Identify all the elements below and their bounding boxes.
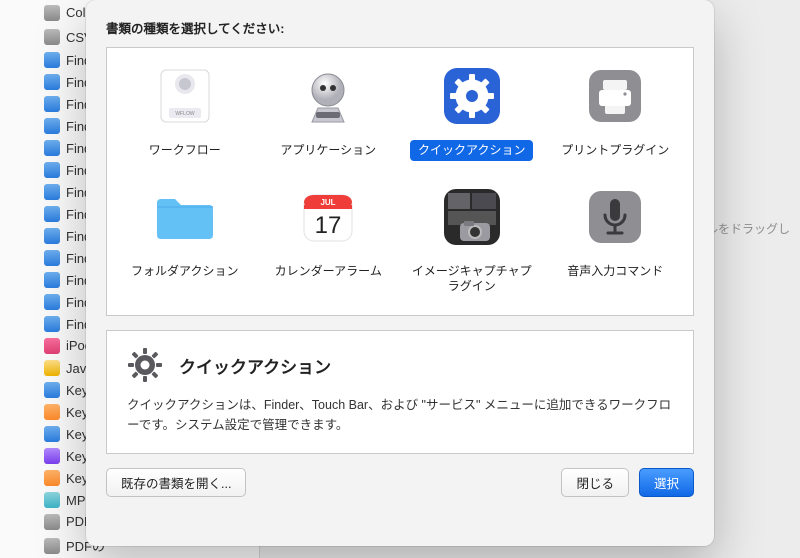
tile-label: 音声入力コマンド [559, 261, 671, 282]
app-icon [44, 118, 60, 134]
dictation-command-icon [579, 181, 651, 253]
svg-text:JUL: JUL [321, 198, 336, 207]
app-icon [44, 228, 60, 244]
app-icon [44, 492, 60, 508]
print-plugin-icon [579, 60, 651, 132]
app-icon [44, 514, 60, 530]
tile-workflow[interactable]: WFLOW ワークフロー [117, 60, 253, 161]
app-icon [44, 426, 60, 442]
quick-action-icon [436, 60, 508, 132]
tile-application[interactable]: アプリケーション [260, 60, 396, 161]
tile-label: フォルダアクション [123, 261, 246, 282]
tile-label: プリントプラグイン [553, 140, 677, 161]
app-icon [44, 206, 60, 222]
app-icon [44, 184, 60, 200]
calendar-alarm-icon: JUL 17 [292, 181, 364, 253]
app-icon [44, 52, 60, 68]
tile-print-plugin[interactable]: プリントプラグイン [547, 60, 683, 161]
tile-label: イメージキャプチャプラグイン [404, 261, 540, 297]
app-icon [44, 5, 60, 21]
app-icon [44, 404, 60, 420]
app-icon [44, 140, 60, 156]
app-icon [44, 448, 60, 464]
tile-label: クイックアクション [410, 140, 533, 161]
app-icon [44, 272, 60, 288]
close-button[interactable]: 閉じる [561, 468, 629, 497]
template-grid: WFLOW ワークフロー アプリケーション [106, 47, 694, 316]
tile-calendar-alarm[interactable]: JUL 17 カレンダーアラーム [260, 181, 396, 297]
app-icon [44, 162, 60, 178]
application-icon [292, 60, 364, 132]
tile-folder-action[interactable]: フォルダアクション [117, 181, 253, 297]
tile-label: アプリケーション [272, 140, 384, 161]
svg-text:WFLOW: WFLOW [175, 111, 194, 117]
tile-quick-action[interactable]: クイックアクション [404, 60, 540, 161]
template-row: フォルダアクション JUL 17 カレンダーアラーム [113, 181, 687, 297]
tile-image-capture-plugin[interactable]: イメージキャプチャプラグイン [404, 181, 540, 297]
template-chooser-sheet: 書類の種類を選択してください: WFLOW ワークフロー [86, 0, 714, 546]
sheet-prompt: 書類の種類を選択してください: [106, 18, 694, 37]
tile-label: ワークフロー [141, 140, 229, 161]
detail-panel: クイックアクション クイックアクションは、Finder、Touch Bar、およ… [106, 330, 694, 454]
image-capture-plugin-icon [436, 181, 508, 253]
workflow-icon: WFLOW [149, 60, 221, 132]
choose-button[interactable]: 選択 [639, 468, 694, 497]
open-existing-button[interactable]: 既存の書類を開く... [106, 468, 246, 497]
app-icon [44, 382, 60, 398]
app-icon [44, 294, 60, 310]
app-icon [44, 96, 60, 112]
app-icon [44, 538, 60, 554]
app-icon [44, 316, 60, 332]
template-row: WFLOW ワークフロー アプリケーション [113, 60, 687, 161]
app-icon [44, 470, 60, 486]
tile-label: カレンダーアラーム [267, 261, 390, 282]
detail-description: クイックアクションは、Finder、Touch Bar、および "サービス" メ… [125, 395, 675, 435]
detail-title: クイックアクション [179, 353, 331, 378]
app-icon [44, 29, 60, 45]
app-icon [44, 250, 60, 266]
gear-icon [125, 345, 165, 385]
folder-action-icon [149, 181, 221, 253]
button-row: 既存の書類を開く... 閉じる 選択 [106, 468, 694, 497]
app-icon [44, 360, 60, 376]
tile-dictation-command[interactable]: 音声入力コマンド [547, 181, 683, 297]
svg-text:17: 17 [315, 212, 342, 239]
app-icon [44, 338, 60, 354]
app-icon [44, 74, 60, 90]
